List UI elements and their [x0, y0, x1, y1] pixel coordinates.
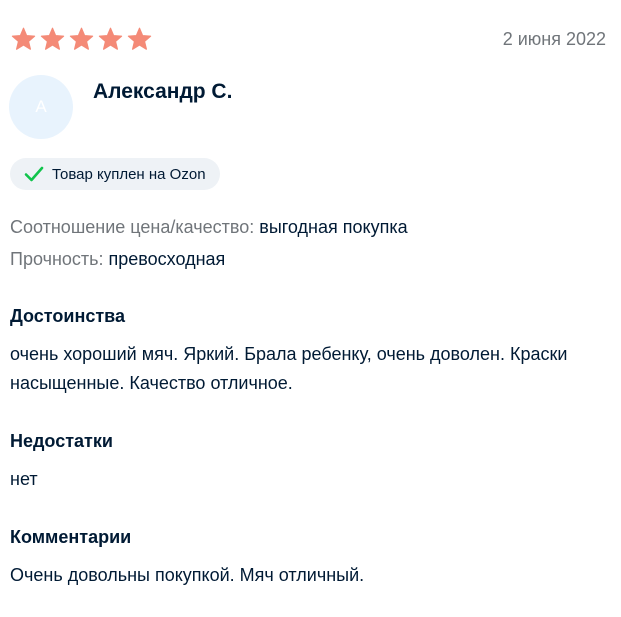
property-price-quality: Соотношение цена/качество: выгодная поку… — [10, 217, 408, 238]
property-value: превосходная — [108, 249, 226, 269]
avatar[interactable]: А — [9, 75, 73, 139]
property-durability: Прочность: превосходная — [10, 249, 225, 270]
star-icon — [68, 26, 95, 53]
cons-text: нет — [10, 469, 38, 489]
pros-title: Достоинства — [10, 306, 125, 326]
star-icon — [39, 26, 66, 53]
property-label: Соотношение цена/качество: — [10, 217, 255, 237]
rating-stars — [10, 26, 153, 53]
comment-text: Очень довольны покупкой. Мяч отличный. — [10, 565, 365, 585]
purchase-badge: Товар куплен на Ozon — [10, 158, 220, 190]
property-value: выгодная покупка — [259, 217, 408, 237]
badge-text: Товар куплен на Ozon — [52, 165, 206, 183]
review-card: 2 июня 2022 А Александр С. Товар куплен … — [0, 0, 621, 617]
star-icon — [10, 26, 37, 53]
pros-text: очень хороший мяч. Яркий. Брала ребенку,… — [10, 344, 568, 393]
author-name[interactable]: Александр С. — [93, 80, 232, 104]
avatar-letter: А — [35, 97, 47, 116]
check-icon — [24, 166, 44, 182]
cons-title: Недостатки — [10, 431, 113, 451]
comment-title: Комментарии — [10, 527, 132, 547]
star-icon — [126, 26, 153, 53]
review-date: 2 июня 2022 — [502, 29, 606, 49]
star-icon — [97, 26, 124, 53]
property-label: Прочность: — [10, 249, 104, 269]
